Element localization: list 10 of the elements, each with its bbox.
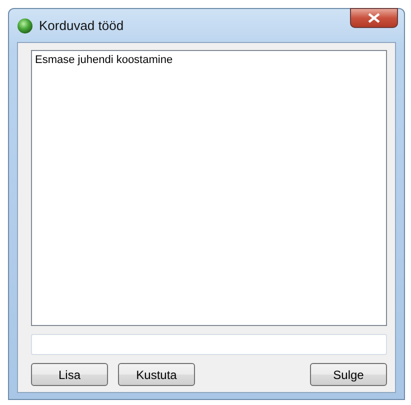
input-field[interactable] (31, 334, 387, 355)
close-button[interactable] (350, 8, 398, 28)
window-title: Korduvad tööd (39, 18, 124, 33)
list-item[interactable]: Esmase juhendi koostamine (34, 53, 384, 67)
dialog-button[interactable]: Kustuta (118, 363, 195, 386)
dialog-button[interactable]: Sulge (310, 363, 387, 386)
dialog-button[interactable]: Lisa (31, 363, 108, 386)
list-box[interactable]: Esmase juhendi koostamine (31, 50, 387, 326)
app-orb-icon (17, 18, 33, 34)
close-icon (368, 13, 380, 23)
